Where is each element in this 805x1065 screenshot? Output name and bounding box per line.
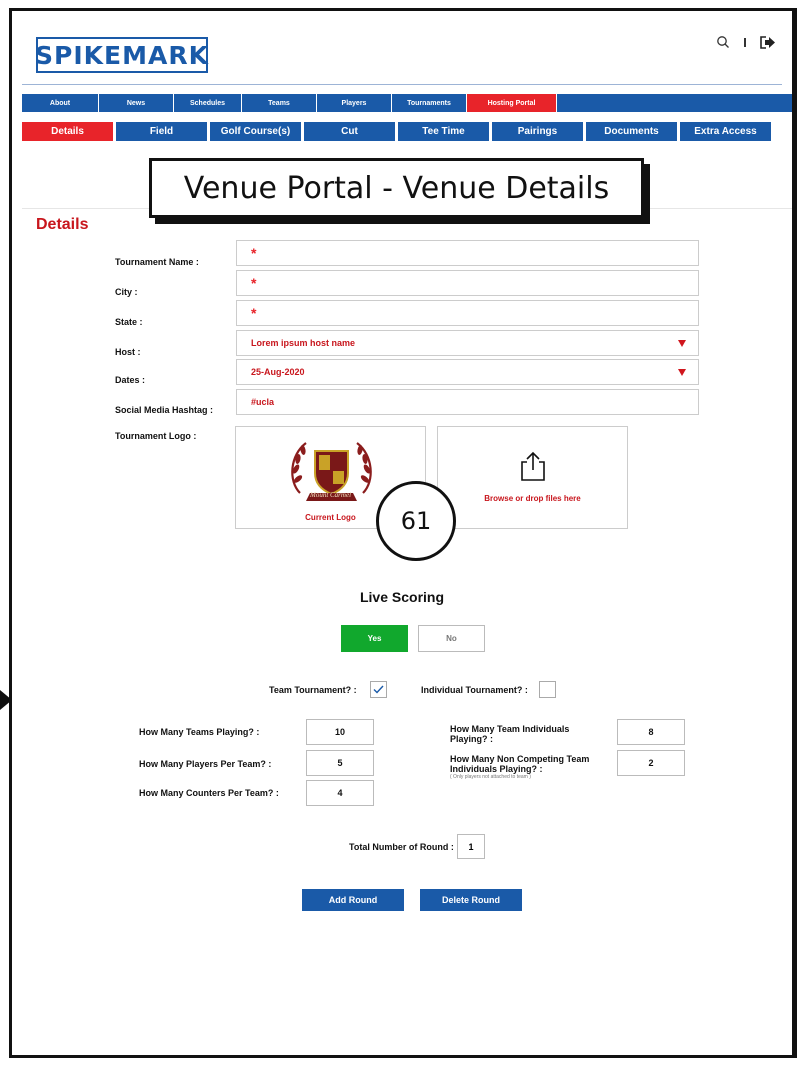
tab-tee-time[interactable]: Tee Time <box>398 122 489 141</box>
page-banner-title: Venue Portal - Venue Details <box>149 158 644 218</box>
section-title: Details <box>36 216 89 233</box>
tab-cut[interactable]: Cut <box>304 122 395 141</box>
tournament-name-label: Tournament Name : <box>115 257 199 267</box>
app-frame: SPIKEMARK About News Schedules Teams Pla… <box>9 8 797 1058</box>
dates-select[interactable]: 25-Aug-2020 <box>236 359 699 385</box>
tournament-name-input[interactable]: * <box>236 240 699 266</box>
players-per-team-label: How Many Players Per Team? : <box>139 759 272 769</box>
upload-caption: Browse or drop files here <box>484 494 581 503</box>
main-nav-hosting-portal[interactable]: Hosting Portal <box>467 94 557 112</box>
hashtag-input[interactable]: #ucla <box>236 389 699 415</box>
tab-golf-courses[interactable]: Golf Course(s) <box>210 122 301 141</box>
state-label: State : <box>115 317 143 327</box>
required-mark: * <box>251 275 257 291</box>
non-competing-input[interactable]: 2 <box>617 750 685 776</box>
live-scoring-title: Live Scoring <box>359 589 445 605</box>
host-value: Lorem ipsum host name <box>251 338 356 348</box>
logo-upload-dropzone[interactable]: Browse or drop files here <box>437 426 628 529</box>
delete-round-button[interactable]: Delete Round <box>420 889 522 911</box>
header-actions <box>714 33 776 51</box>
team-individuals-label: How Many Team Individuals Playing? : <box>450 724 570 744</box>
live-scoring-yes-button[interactable]: Yes <box>341 625 408 652</box>
total-rounds-label: Total Number of Round : <box>349 842 454 852</box>
main-nav-about[interactable]: About <box>22 94 99 112</box>
dropdown-caret-icon <box>678 369 686 376</box>
hashtag-value: #ucla <box>251 397 275 407</box>
main-nav-players[interactable]: Players <box>317 94 392 112</box>
check-icon <box>373 685 384 694</box>
non-competing-note: ( Only players not attached to team ) <box>450 774 531 780</box>
total-rounds-input[interactable]: 1 <box>457 834 485 859</box>
main-nav-teams[interactable]: Teams <box>242 94 317 112</box>
hashtag-label: Social Media Hashtag : <box>115 405 214 415</box>
live-scoring-no-button[interactable]: No <box>418 625 485 652</box>
sub-nav: Details Field Golf Course(s) Cut Tee Tim… <box>22 122 792 141</box>
host-select[interactable]: Lorem ipsum host name <box>236 330 699 356</box>
dates-value: 25-Aug-2020 <box>251 367 305 377</box>
city-label: City : <box>115 287 138 297</box>
tab-pairings[interactable]: Pairings <box>492 122 583 141</box>
teams-playing-label: How Many Teams Playing? : <box>139 727 260 737</box>
state-input[interactable]: * <box>236 300 699 326</box>
add-round-button[interactable]: Add Round <box>302 889 404 911</box>
counters-per-team-label: How Many Counters Per Team? : <box>139 788 279 798</box>
counters-per-team-input[interactable]: 4 <box>306 780 374 806</box>
main-nav: About News Schedules Teams Players Tourn… <box>22 94 792 112</box>
brand-logo[interactable]: SPIKEMARK <box>35 37 208 73</box>
tab-field[interactable]: Field <box>116 122 207 141</box>
main-nav-news[interactable]: News <box>99 94 174 112</box>
individual-tournament-label: Individual Tournament? : <box>421 685 528 695</box>
team-tournament-label: Team Tournament? : <box>269 685 357 695</box>
team-individuals-input[interactable]: 8 <box>617 719 685 745</box>
tab-extra-access[interactable]: Extra Access <box>680 122 771 141</box>
teams-playing-input[interactable]: 10 <box>306 719 374 745</box>
required-mark: * <box>251 245 257 261</box>
tab-details[interactable]: Details <box>22 122 113 141</box>
logout-icon[interactable] <box>758 33 776 51</box>
annotation-badge: 61 <box>376 481 456 561</box>
header-separator <box>744 37 746 47</box>
tournament-logo-label: Tournament Logo : <box>115 431 197 441</box>
tab-documents[interactable]: Documents <box>586 122 677 141</box>
main-nav-schedules[interactable]: Schedules <box>174 94 242 112</box>
header-divider <box>22 84 782 85</box>
dropdown-caret-icon <box>678 340 686 347</box>
required-mark: * <box>251 305 257 321</box>
non-competing-label: How Many Non Competing Team Individuals … <box>450 754 610 781</box>
individual-tournament-checkbox[interactable] <box>539 681 556 698</box>
non-competing-label-text: How Many Non Competing Team Individuals … <box>450 754 590 774</box>
host-label: Host : <box>115 347 141 357</box>
players-per-team-input[interactable]: 5 <box>306 750 374 776</box>
main-nav-tournaments[interactable]: Tournaments <box>392 94 467 112</box>
team-tournament-checkbox[interactable] <box>370 681 387 698</box>
search-icon[interactable] <box>714 33 732 51</box>
city-input[interactable]: * <box>236 270 699 296</box>
upload-icon <box>521 451 545 481</box>
dates-label: Dates : <box>115 375 146 385</box>
